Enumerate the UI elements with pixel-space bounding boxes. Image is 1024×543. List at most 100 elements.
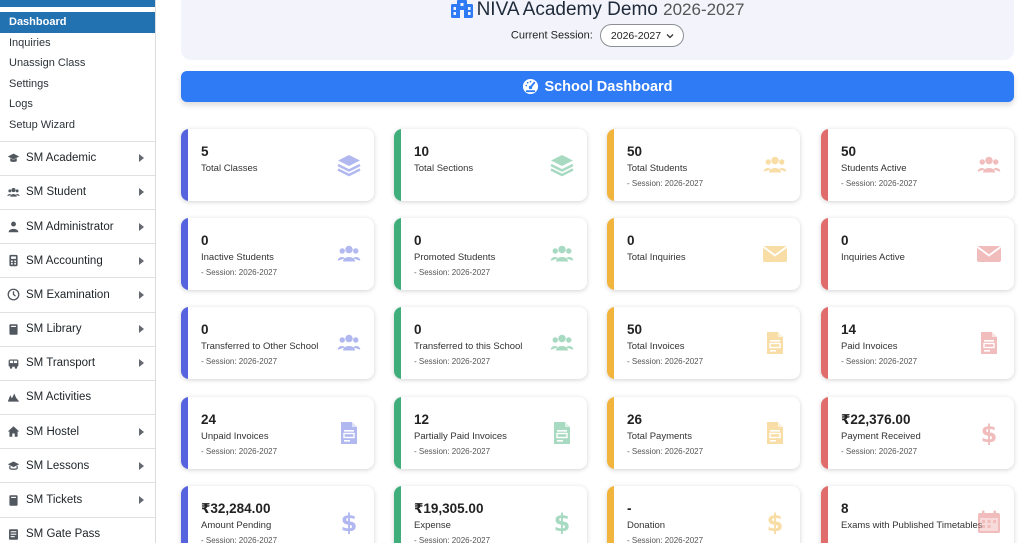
users-icon [549, 242, 575, 266]
sidebar-subitem-inquiries[interactable]: Inquiries [0, 33, 155, 54]
card-accent-bar [607, 218, 614, 290]
sidebar-subitem-unassign-class[interactable]: Unassign Class [0, 53, 155, 74]
card-accent-bar [821, 486, 828, 543]
sidebar-item-gate-pass[interactable]: SM Gate Pass [0, 516, 155, 543]
sidebar-item-library[interactable]: SM Library [0, 311, 155, 346]
card-accent-bar [607, 307, 614, 379]
stat-card-total-classes[interactable]: 5 Total Classes [181, 129, 374, 201]
sidebar-item-label: SM Student [26, 186, 87, 199]
card-label: Total Invoices [627, 341, 685, 352]
invoice-icon [762, 331, 788, 355]
card-label: Exams with Published Timetables [841, 520, 983, 531]
sidebar-subitem-setup-wizard[interactable]: Setup Wizard [0, 115, 155, 136]
envelope-icon [762, 242, 788, 266]
sidebar-item-academic[interactable]: SM Academic [0, 140, 155, 175]
card-session: - Session: 2026-2027 [414, 357, 491, 366]
sidebar-item-administrator[interactable]: SM Administrator [0, 208, 155, 243]
sidebar-item-lessons[interactable]: SM Lessons [0, 448, 155, 482]
sidebar-item-examination[interactable]: SM Examination [0, 277, 155, 311]
card-value: 26 [627, 412, 643, 427]
card-session: - Session: 2026-2027 [414, 536, 491, 543]
invoice-icon [549, 421, 575, 445]
card-label: Total Sections [414, 163, 474, 174]
stat-card-exams-with-published-timetables[interactable]: 8 Exams with Published Timetables [821, 486, 1014, 543]
sidebar-item-hostel[interactable]: SM Hostel [0, 414, 155, 448]
card-label: Unpaid Invoices [201, 431, 269, 442]
calculator-icon [6, 254, 20, 268]
stat-card-promoted-students[interactable]: 0 Promoted Students - Session: 2026-2027 [394, 218, 587, 290]
sidebar: Dashboard Inquiries Unassign Class Settings… [0, 0, 156, 543]
sidebar-item-label: SM Lessons [26, 459, 90, 472]
sidebar-item-tickets[interactable]: SM Tickets [0, 482, 155, 516]
invoice-icon [336, 421, 362, 445]
banner-title: School Dashboard [544, 78, 673, 95]
home-icon [6, 425, 20, 439]
card-session: - Session: 2026-2027 [201, 357, 278, 366]
sidebar-subitem-dashboard[interactable]: Dashboard [0, 12, 155, 33]
sidebar-subitem-logs[interactable]: Logs [0, 94, 155, 115]
card-label: Payment Received [841, 431, 921, 442]
stat-card-inquiries-active[interactable]: 0 Inquiries Active [821, 218, 1014, 290]
stat-card-unpaid-invoices[interactable]: 24 Unpaid Invoices - Session: 2026-2027 [181, 397, 374, 469]
card-label: Inquiries Active [841, 252, 905, 263]
sidebar-item-label: SM Hostel [26, 425, 80, 438]
chevron-down-icon [666, 33, 674, 38]
card-session: - Session: 2026-2027 [627, 357, 704, 366]
stat-card-total-sections[interactable]: 10 Total Sections [394, 129, 587, 201]
stat-card-total-students[interactable]: 50 Total Students - Session: 2026-2027 [607, 129, 800, 201]
stat-card-total-payments[interactable]: 26 Total Payments - Session: 2026-2027 [607, 397, 800, 469]
caret-right-icon [139, 359, 144, 368]
caret-right-icon [139, 256, 144, 265]
stat-card-paid-invoices[interactable]: 14 Paid Invoices - Session: 2026-2027 [821, 307, 1014, 379]
stat-card-donation[interactable]: - Donation - Session: 2026-2027 $ [607, 486, 800, 543]
school-dashboard-banner: School Dashboard [181, 71, 1014, 102]
card-label: Inactive Students [201, 252, 274, 263]
invoice-icon [762, 421, 788, 445]
stat-card-amount-pending[interactable]: ₹32,284.00 Amount Pending - Session: 2026-… [181, 486, 374, 543]
sidebar-subitem-settings[interactable]: Settings [0, 74, 155, 95]
stat-card-total-inquiries[interactable]: 0 Total Inquiries [607, 218, 800, 290]
card-label: Donation [627, 520, 666, 531]
stat-card-transferred-to-this-school[interactable]: 0 Transferred to this School - Session: 20… [394, 307, 587, 379]
sidebar-item-transport[interactable]: SM Transport [0, 345, 155, 380]
stat-card-total-invoices[interactable]: 50 Total Invoices - Session: 2026-2027 [607, 307, 800, 379]
stat-card-expense[interactable]: ₹19,305.00 Expense - Session: 2026-2027 $ [394, 486, 587, 543]
stat-card-transferred-to-other-school[interactable]: 0 Transferred to Other School - Session: 2… [181, 307, 374, 379]
institution-name: NIVA Academy Demo [476, 0, 658, 20]
sidebar-menu: SM Academic SM Student SM Administrator SM … [0, 140, 155, 543]
session-row: Current Session: 2026-2027 [181, 24, 1014, 47]
graduation-cap-icon [6, 151, 20, 165]
stat-card-students-active[interactable]: 50 Students Active - Session: 2026-2027 [821, 129, 1014, 201]
svg-text:$: $ [767, 510, 784, 534]
sidebar-item-label: SM Accounting [26, 254, 103, 267]
sidebar-item-label: SM Administrator [26, 220, 114, 233]
stat-card-inactive-students[interactable]: 0 Inactive Students - Session: 2026-2027 [181, 218, 374, 290]
activities-icon [6, 390, 20, 404]
layers-icon [336, 153, 362, 177]
sidebar-item-accounting[interactable]: SM Accounting [0, 243, 155, 277]
session-label: Current Session: [510, 29, 593, 42]
calendar-icon [976, 510, 1002, 534]
stat-card-payment-received[interactable]: ₹22,376.00 Payment Received - Session: 202… [821, 397, 1014, 469]
session-select[interactable]: 2026-2027 [599, 24, 685, 47]
caret-right-icon [139, 427, 144, 436]
sidebar-item-student[interactable]: SM Student [0, 174, 155, 209]
card-label: Students Active [841, 163, 907, 174]
sidebar-item-label: SM Examination [26, 288, 110, 301]
card-accent-bar [181, 307, 188, 379]
gauge-icon [523, 78, 539, 95]
sidebar-item-activities[interactable]: SM Activities [0, 379, 155, 414]
stat-card-partially-paid-invoices[interactable]: 12 Partially Paid Invoices - Session: 2026… [394, 397, 587, 469]
envelope-icon [976, 242, 1002, 266]
card-accent-bar [821, 129, 828, 201]
caret-right-icon [139, 325, 144, 334]
sidebar-item-label: SM Gate Pass [26, 528, 101, 541]
card-accent-bar [394, 486, 401, 543]
card-value: 0 [201, 233, 209, 248]
users-icon [762, 153, 788, 177]
card-label: Total Payments [627, 431, 692, 442]
clock-icon [6, 288, 20, 302]
card-label: Paid Invoices [841, 341, 898, 352]
card-value: 10 [414, 144, 430, 159]
card-value: 24 [201, 412, 217, 427]
